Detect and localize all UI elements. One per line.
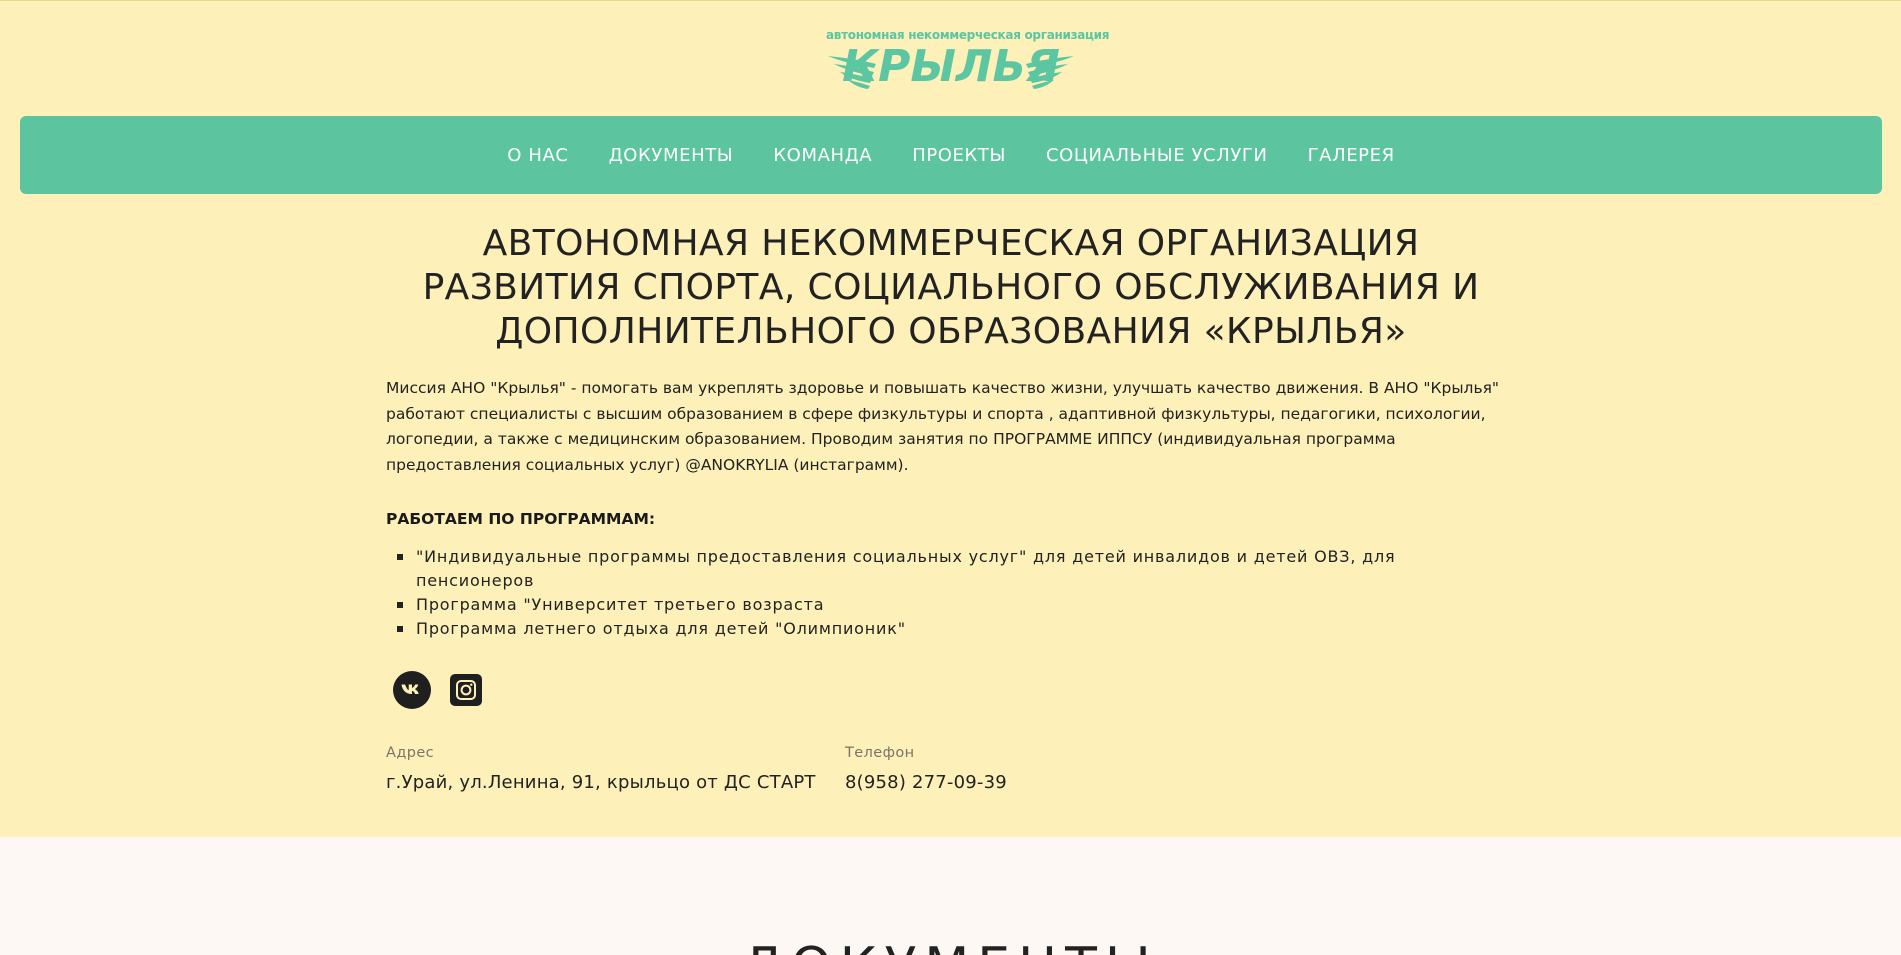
page-title: АВТОНОМНАЯ НЕКОММЕРЧЕСКАЯ ОРГАНИЗАЦИЯ РА…	[422, 223, 1480, 352]
top-border	[0, 0, 1901, 1]
instagram-icon[interactable]	[447, 671, 485, 709]
nav-item-documents[interactable]: ДОКУМЕНТЫ	[609, 145, 734, 166]
nav-item-social-services[interactable]: СОЦИАЛЬНЫЕ УСЛУГИ	[1046, 145, 1268, 166]
mission-text: Миссия АНО "Крылья" - помогать вам укреп…	[386, 379, 1500, 474]
social-links	[393, 671, 485, 709]
phone-label: Телефон	[845, 745, 915, 761]
program-item-university: Программа "Университет третьего возраста	[397, 593, 1476, 617]
nav-item-about[interactable]: О НАС	[507, 145, 568, 166]
program-item-ippsu: "Индивидуальные программы предоставления…	[397, 545, 1476, 593]
logo-caption: автономная некоммерческая организация	[826, 28, 1110, 42]
main-nav: О НАС ДОКУМЕНТЫ КОМАНДА ПРОЕКТЫ СОЦИАЛЬН…	[20, 116, 1882, 194]
nav-item-gallery[interactable]: ГАЛЕРЕЯ	[1308, 145, 1395, 166]
logo[interactable]: автономная некоммерческая организация КР…	[826, 28, 1110, 98]
phone-value[interactable]: 8(958) 277-09-39	[845, 772, 1007, 793]
address-label: Адрес	[386, 745, 435, 761]
program-item-summer: Программа летнего отдыха для детей "Олим…	[397, 617, 1476, 641]
address-value: г.Урай, ул.Ленина, 91, крыльцо от ДС СТА…	[386, 772, 816, 793]
nav-item-team[interactable]: КОМАНДА	[773, 145, 872, 166]
logo-word: КРЫЛЬЯ	[842, 41, 1060, 92]
documents-section: ДОКУМЕНТЫ	[0, 837, 1901, 955]
nav-item-projects[interactable]: ПРОЕКТЫ	[912, 145, 1006, 166]
vk-icon[interactable]	[393, 671, 431, 709]
programs-heading: РАБОТАЕМ ПО ПРОГРАММАМ:	[386, 510, 656, 528]
programs-list: "Индивидуальные программы предоставления…	[386, 545, 1476, 641]
documents-section-title: ДОКУМЕНТЫ	[0, 937, 1901, 955]
